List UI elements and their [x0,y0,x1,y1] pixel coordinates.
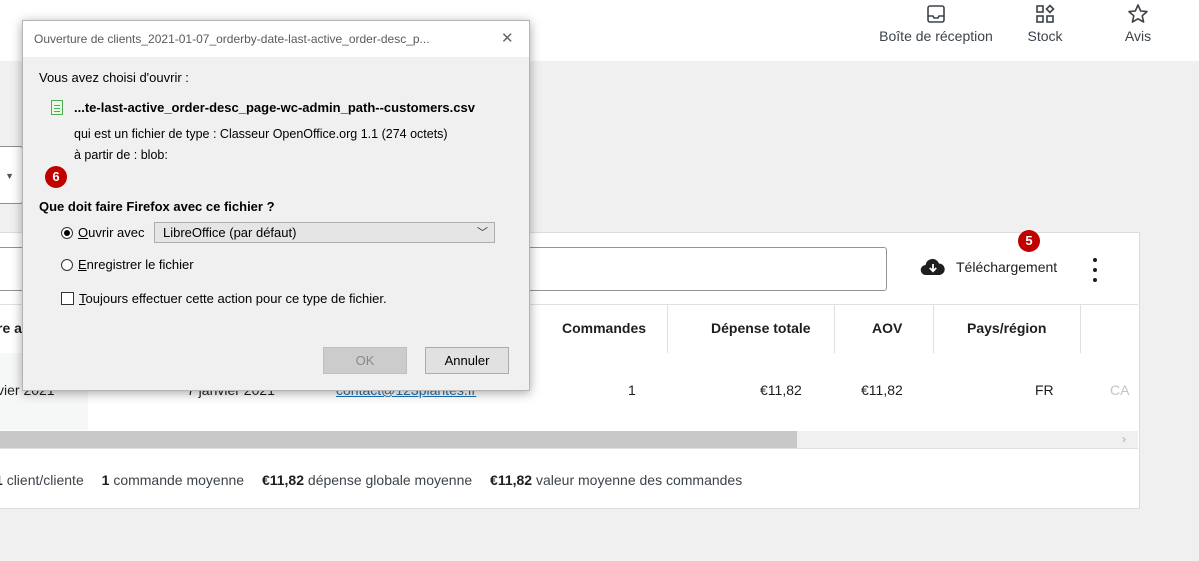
summary-orders-label: commande moyenne [113,472,245,488]
download-button[interactable]: Téléchargement [920,258,1057,276]
filename: ...te-last-active_order-desc_page-wc-adm… [74,100,475,115]
step-badge-6: 6 [45,166,67,188]
summary-spend-label: dépense globale moyenne [307,472,473,488]
star-icon [1128,4,1148,23]
summary-divider [0,448,1138,449]
chevron-down-icon: ﹀ [477,227,488,239]
always-do-checkbox[interactable] [61,292,74,305]
column-header-country[interactable]: Pays/région [967,320,1046,336]
inbox-button[interactable]: Boîte de réception [874,4,998,44]
dialog-titlebar: Ouverture de clients_2021-01-07_orderby-… [23,21,529,57]
column-header-total-spend[interactable]: Dépense totale [711,320,811,336]
column-divider [667,305,668,353]
file-open-dialog: Ouverture de clients_2021-01-07_orderby-… [22,20,530,391]
more-options-icon[interactable] [1085,256,1105,284]
summary-aov-value: €11,82 [490,472,533,488]
chevron-right-icon[interactable]: › [1122,432,1126,446]
column-header-date[interactable]: re a [0,320,22,336]
cell-country: FR [1035,382,1054,398]
caret-down-icon: ▼ [5,171,14,181]
inbox-label: Boîte de réception [879,28,993,44]
summary-spend-value: €11,82 [261,472,305,488]
application-select-value: LibreOffice (par défaut) [163,225,297,240]
always-do-label[interactable]: Toujours effectuer cette action pour ce … [79,291,387,306]
source-value: blob: [140,148,168,162]
date-range-select[interactable]: ▼ [0,146,23,204]
open-with-text: uvrir avec [88,225,145,240]
save-file-label[interactable]: Enregistrer le fichier [78,257,194,272]
column-header-aov[interactable]: AOV [872,320,902,336]
application-select[interactable]: LibreOffice (par défaut) ﹀ [154,222,495,243]
source-label: à partir de : [74,148,138,162]
summary-bar: 1 client/cliente 1 commande moyenne €11,… [0,472,742,488]
cell-aov: €11,82 [861,382,903,398]
dialog-title: Ouverture de clients_2021-01-07_orderby-… [34,32,430,46]
reviews-button[interactable]: Avis [1118,4,1158,44]
summary-customers-label: client/cliente [6,472,84,488]
cell-orders: 1 [628,382,636,398]
close-icon[interactable]: ✕ [501,29,514,47]
column-divider [1080,305,1081,353]
stock-label: Stock [1027,28,1063,44]
cell-region: CA [1110,382,1130,398]
ok-button[interactable]: OK [323,347,407,374]
column-divider [834,305,835,353]
file-source: à partir de : blob: [74,148,168,162]
cancel-button[interactable]: Annuler [425,347,509,374]
cell-total-spend: €11,82 [760,382,802,398]
chosen-file-label: Vous avez choisi d'ouvrir : [39,70,189,85]
reviews-label: Avis [1124,28,1152,44]
inbox-icon [927,5,945,23]
summary-orders-value: 1 [101,472,110,488]
scrollbar-thumb[interactable] [0,431,797,448]
step-badge-5: 5 [1018,230,1040,252]
save-accesskey: E [78,257,87,272]
save-text: nregistrer le fichier [86,257,194,272]
always-text: oujours effectuer cette action pour ce t… [85,291,387,306]
spreadsheet-file-icon [51,100,63,115]
action-question: Que doit faire Firefox avec ce fichier ? [39,199,275,214]
stock-button[interactable]: Stock [1022,4,1068,44]
file-type-info: qui est un fichier de type : Classeur Op… [74,127,448,141]
open-with-label[interactable]: Ouvrir avec [78,225,144,240]
cloud-download-icon [920,258,945,276]
column-header-orders[interactable]: Commandes [562,320,646,336]
column-divider [933,305,934,353]
stock-icon [1036,4,1055,23]
open-with-accesskey: O [78,225,89,240]
download-label: Téléchargement [956,259,1058,275]
open-with-radio[interactable] [61,227,73,239]
summary-customers-value: 1 [0,472,3,488]
save-file-radio[interactable] [61,259,73,271]
summary-aov-label: valeur moyenne des commandes [536,472,743,488]
